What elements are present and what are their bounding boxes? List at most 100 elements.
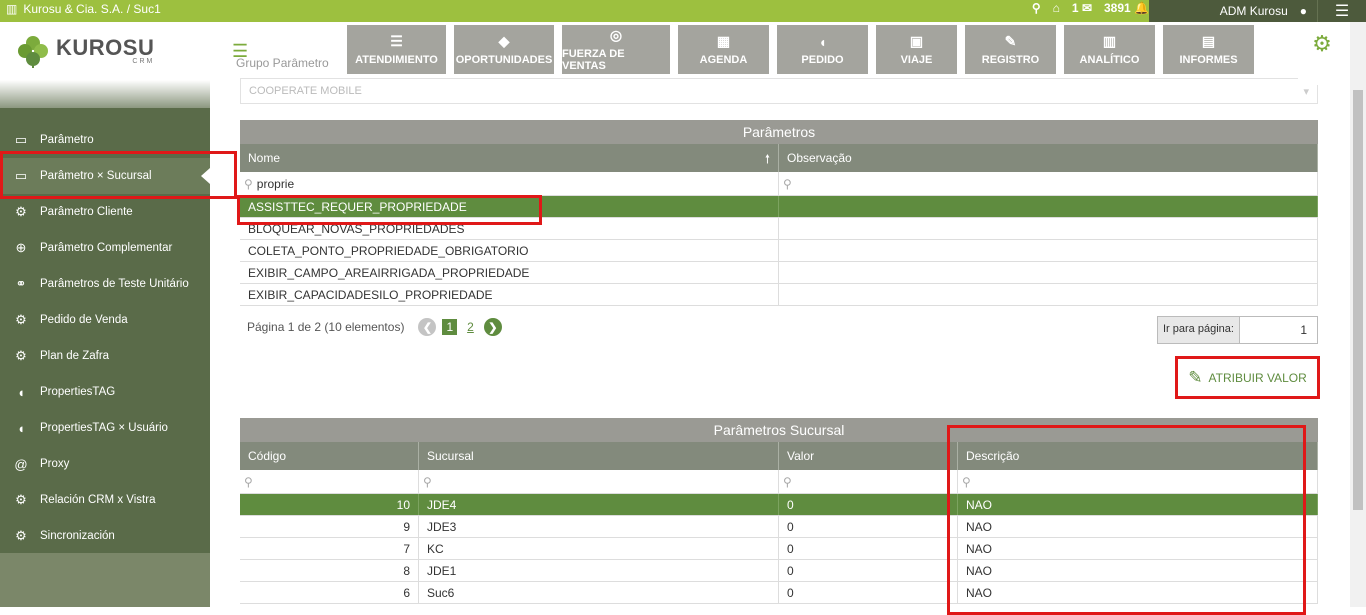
col-sucursal-label: Sucursal [427,449,474,463]
sidebar-item[interactable]: ▭ Parâmetro [0,122,210,158]
cell-descricao: NAO [958,560,1318,581]
col-sucursal[interactable]: Sucursal [419,442,779,470]
codigo-filter[interactable]: ⚲ [240,470,419,493]
menu-button-label: AGENDA [699,54,748,66]
search-icon: ⚲ [783,474,792,489]
menu-button[interactable]: ▥ ANALÍTICO [1064,25,1155,74]
sidebar-item-label: PropertiesTAG × Usuário [40,422,168,434]
sidebar-item[interactable]: ▭ Parâmetro × Sucursal [0,158,210,194]
goto-page: Ir para página: 1 [1157,316,1318,344]
page-scrollbar[interactable] [1350,22,1366,607]
menu-button[interactable]: ◎ FUERZA DE VENTAS [562,25,670,74]
sidebar-item-label: Relación CRM x Vistra [40,494,156,506]
table-row[interactable]: EXIBIR_CAMPO_AREAIRRIGADA_PROPRIEDADE [240,262,1318,284]
search-icon: ⚲ [244,176,253,191]
menu-button-label: FUERZA DE VENTAS [562,48,625,72]
menu-button[interactable]: ▦ AGENDA [678,25,769,74]
cell-sucursal: KC [419,538,779,559]
table-row[interactable]: 7 KC 0 NAO [240,538,1318,560]
prev-page-icon[interactable]: ❮ [418,318,437,336]
group-label: Grupo Parâmetro [236,56,329,70]
col-observacao[interactable]: Observação [779,144,1318,172]
gear-icon[interactable]: ⚙ [1298,25,1346,85]
sidebar-item[interactable]: ⊕ Parâmetro Complementar [0,230,210,266]
col-descricao[interactable]: Descrição [958,442,1318,470]
company-name: Kurosu & Cia. S.A. / Suc1 [23,2,161,16]
diamond-icon: ◆ [498,33,510,49]
company-breadcrumb[interactable]: ▥ Kurosu & Cia. S.A. / Suc1 [6,2,161,16]
sidebar-item-label: Parâmetro [40,134,94,146]
sidebar: ▭ Parâmetro ▭ Parâmetro × Sucursal ⚙ Parâmetr… [0,80,210,607]
parametros-filter-row: ⚲ proprie ⚲ [240,172,1318,196]
menu-button[interactable]: ▤ INFORMES [1163,25,1254,74]
table-row[interactable]: EXIBIR_CAPACIDADESILO_PROPRIEDADE [240,284,1318,306]
table-row[interactable]: 10 JDE4 0 NAO [240,494,1318,516]
sidebar-item[interactable]: ⚭ Parâmetros de Teste Unitário [0,266,210,302]
page-1[interactable]: 1 [442,319,458,335]
at-icon: @ [14,456,28,472]
col-nome[interactable]: Nome 🠕 [240,144,779,172]
next-page-icon[interactable]: ❯ [483,318,502,336]
cell-descricao: NAO [958,582,1318,603]
home-icon[interactable]: ⌂ [1053,1,1060,15]
cogs-icon: ⚙ [15,528,27,543]
sidebar-item[interactable]: @ Proxy [0,446,210,482]
scrollbar-thumb[interactable] [1353,90,1363,510]
sidebar-item[interactable]: ⚙ Pedido de Venda [0,302,210,338]
goto-input[interactable]: 1 [1240,317,1317,343]
cogs-icon: ⚙ [15,492,27,507]
table-row[interactable]: BLOQUEAR_NOVAS_PROPRIEDADES [240,218,1318,240]
descricao-filter[interactable]: ⚲ [958,470,1318,493]
sucursal-header: Código Sucursal Valor Descrição [240,442,1318,470]
parametros-title: Parâmetros [240,120,1318,144]
pager: Página 1 de 2 (10 elementos) ❮ 1 2 ❯ [247,318,502,336]
col-codigo[interactable]: Código [240,442,419,470]
menu-button[interactable]: ◖ PEDIDO [777,25,868,74]
top-bar: ▥ Kurosu & Cia. S.A. / Suc1 ⚲ ⌂ 1 ✉ 3891… [0,0,1366,22]
menu-button-label: ANALÍTICO [1079,54,1140,66]
menu-button[interactable]: ☰ ATENDIMIENTO [347,25,446,74]
cell-nome: EXIBIR_CAMPO_AREAIRRIGADA_PROPRIEDADE [240,262,779,283]
bell-notification[interactable]: 3891 🔔 [1104,1,1149,15]
table-row[interactable]: COLETA_PONTO_PROPRIEDADE_OBRIGATORIO [240,240,1318,262]
menu-button[interactable]: ◆ OPORTUNIDADES [454,25,554,74]
app-logo[interactable]: KUROSU CRM [0,22,210,80]
cell-descricao: NAO [958,538,1318,559]
menu-button[interactable]: ✎ REGISTRO [965,25,1056,74]
sidebar-item[interactable]: ⚙ Parâmetro Cliente [0,194,210,230]
sidebar-item[interactable]: ⚙ Sincronización [0,518,210,554]
page-2[interactable]: 2 [463,319,478,335]
target-icon: ◎ [609,27,623,43]
nome-filter-value: proprie [256,176,295,191]
sidebar-item-label: Parâmetros de Teste Unitário [40,278,189,290]
cogs-icon: ⚙ [15,348,27,363]
sidebar-item[interactable]: ⚙ Plan de Zafra [0,338,210,374]
table-row[interactable]: 9 JDE3 0 NAO [240,516,1318,538]
cogs-icon: ⚙ [15,312,27,327]
laptop-icon: ▭ [14,132,28,147]
table-row[interactable]: 8 JDE1 0 NAO [240,560,1318,582]
user-menu[interactable]: ADM Kurosu ● [1149,0,1317,22]
atribuir-valor-button[interactable]: ✎ ATRIBUIR VALOR [1178,359,1317,397]
obs-filter[interactable]: ⚲ [779,172,1318,195]
nome-filter[interactable]: ⚲ proprie [240,172,779,195]
user-icon: ● [1299,4,1307,18]
valor-filter[interactable]: ⚲ [779,470,958,493]
sidebar-item-label: PropertiesTAG [40,386,116,398]
edit-icon: ✎ [1004,33,1017,49]
sidebar-item[interactable]: ◖ PropertiesTAG [0,374,210,410]
cell-observacao [779,262,1318,283]
sidebar-item[interactable]: ◖ PropertiesTAG × Usuário [0,410,210,446]
menu-button[interactable]: ▣ VIAJE [876,25,957,74]
group-select[interactable]: COOPERATE MOBILE ▾ [240,78,1318,104]
bars-icon: ☰ [1334,3,1350,20]
mail-notification[interactable]: 1 ✉ [1072,1,1092,15]
sucursal-filter[interactable]: ⚲ [419,470,779,493]
search-icon[interactable]: ⚲ [1032,1,1041,15]
table-row[interactable]: 6 Suc6 0 NAO [240,582,1318,604]
col-valor[interactable]: Valor [779,442,958,470]
sidebar-fade [0,80,210,108]
main-menu-button[interactable]: ☰ [1317,0,1366,22]
table-row[interactable]: ASSISTTEC_REQUER_PROPRIEDADE [240,196,1318,218]
sidebar-item[interactable]: ⚙ Relación CRM x Vistra [0,482,210,518]
